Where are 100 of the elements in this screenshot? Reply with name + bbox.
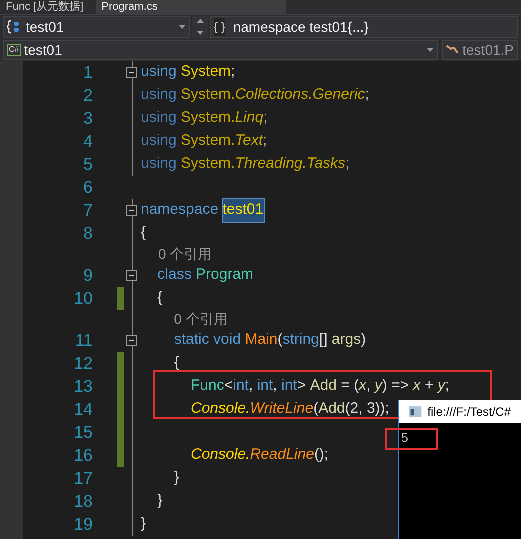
code-token: System.: [181, 108, 236, 128]
code-token: }: [141, 514, 146, 534]
line-number: 16: [73, 444, 93, 467]
code-token: Text: [235, 131, 264, 152]
line-number: 4: [82, 130, 93, 153]
code-token: int: [257, 376, 274, 396]
collapse-icon[interactable]: [126, 270, 137, 281]
line-number: 14: [73, 398, 93, 421]
line-number: 6: [82, 176, 93, 199]
member-dropdown[interactable]: test01.P: [442, 40, 518, 60]
code-token: using: [141, 154, 178, 174]
code-token: ,: [366, 376, 372, 396]
code-token: ;: [264, 108, 268, 128]
namespace-icon: [7, 20, 21, 34]
code-token: using: [141, 108, 178, 128]
code-token: (: [278, 330, 283, 350]
highlight-frame: [385, 428, 438, 450]
reference-count[interactable]: 0 个引用: [139, 309, 228, 330]
console-output: 5: [401, 432, 409, 445]
code-token: Add: [318, 399, 346, 420]
console-title: file:///F:/Test/C#: [428, 404, 511, 420]
code-token: x: [359, 376, 367, 396]
code-token: using: [141, 131, 178, 152]
line-number: 15: [73, 422, 93, 444]
down-arrow-icon: [196, 30, 204, 35]
line-number: 17: [73, 468, 93, 490]
code-token: ,: [248, 376, 254, 396]
code-token: WriteLine: [250, 399, 314, 420]
code-token: System.: [181, 131, 236, 152]
editor-tab[interactable]: Program.cs: [96, 0, 286, 14]
code-token: using: [141, 85, 178, 106]
line-number: 10: [73, 288, 93, 310]
code-token: ;: [365, 85, 370, 106]
console-app-icon: [409, 406, 422, 418]
code-token: static void: [173, 330, 242, 350]
code-token: ;: [445, 376, 450, 396]
csharp-file-icon: C#: [7, 44, 22, 56]
code-token: ) =>: [382, 376, 410, 396]
code-token: (2, 3));: [345, 399, 390, 420]
code-token: <: [224, 376, 234, 396]
collapse-icon[interactable]: [126, 205, 137, 216]
collapse-icon[interactable]: [126, 335, 137, 346]
code-token: Console.: [190, 445, 250, 466]
code-token: System: [181, 62, 232, 82]
code-token: y: [374, 376, 382, 396]
code-token: {: [156, 288, 163, 308]
scope-dropdown[interactable]: { } namespace test01{...}: [210, 16, 518, 38]
code-token: int: [282, 376, 298, 396]
code-token: Program: [196, 265, 254, 286]
code-token: ,: [273, 376, 278, 396]
reference-count[interactable]: 0 个引用: [139, 244, 212, 265]
code-token: args: [332, 330, 362, 350]
code-token: >: [297, 376, 308, 396]
file-label: test01: [24, 40, 64, 60]
line-number: 3: [82, 108, 93, 130]
line-number: 1: [82, 62, 93, 84]
code-token: namespace: [141, 200, 220, 220]
code-token: Console.: [190, 399, 250, 420]
code-token: ;: [346, 154, 350, 174]
code-token: ();: [314, 445, 329, 466]
code-token: System.: [181, 154, 236, 174]
code-token: {: [141, 223, 146, 244]
member-label: test01.P: [462, 40, 514, 60]
code-token: (: [314, 399, 319, 420]
braces-icon: { }: [214, 18, 226, 36]
code-token: Func: [190, 376, 224, 396]
line-number: 7: [82, 200, 93, 222]
method-icon: [446, 44, 460, 56]
scope-label: namespace test01{...}: [233, 18, 369, 37]
line-number: 11: [74, 330, 93, 352]
code-token: }: [173, 468, 180, 488]
code-token: y: [438, 376, 446, 396]
code-token: = (: [340, 376, 360, 396]
code-token: Collections.Generic: [235, 85, 366, 106]
line-number: 12: [73, 352, 93, 375]
code-token: System.: [181, 85, 236, 106]
line-number: 5: [82, 154, 93, 176]
code-token: class: [156, 265, 193, 286]
line-number: 13: [73, 376, 93, 398]
code-token: ): [361, 330, 366, 350]
code-token: {: [173, 353, 180, 374]
scroll-arrows[interactable]: [192, 16, 208, 38]
code-token: Main: [245, 330, 278, 350]
code-token: x: [413, 376, 421, 396]
project-dropdown[interactable]: test01: [3, 16, 190, 38]
code-token: +: [424, 376, 435, 396]
dropdown-caret-icon: [179, 25, 186, 29]
collapse-icon[interactable]: [126, 67, 137, 78]
line-number: 2: [82, 84, 93, 107]
code-token: ;: [231, 62, 236, 82]
code-token: Linq: [235, 108, 264, 128]
code-token: string: [282, 330, 320, 350]
code-token: ;: [263, 131, 268, 152]
line-number: 8: [82, 222, 93, 245]
code-token: Add: [310, 376, 337, 396]
line-number: 18: [73, 490, 93, 513]
file-dropdown[interactable]: C# test01: [3, 40, 438, 60]
dropdown-caret-icon: [426, 48, 434, 52]
code-token: []: [319, 330, 329, 350]
selected-word: test01: [222, 199, 264, 222]
